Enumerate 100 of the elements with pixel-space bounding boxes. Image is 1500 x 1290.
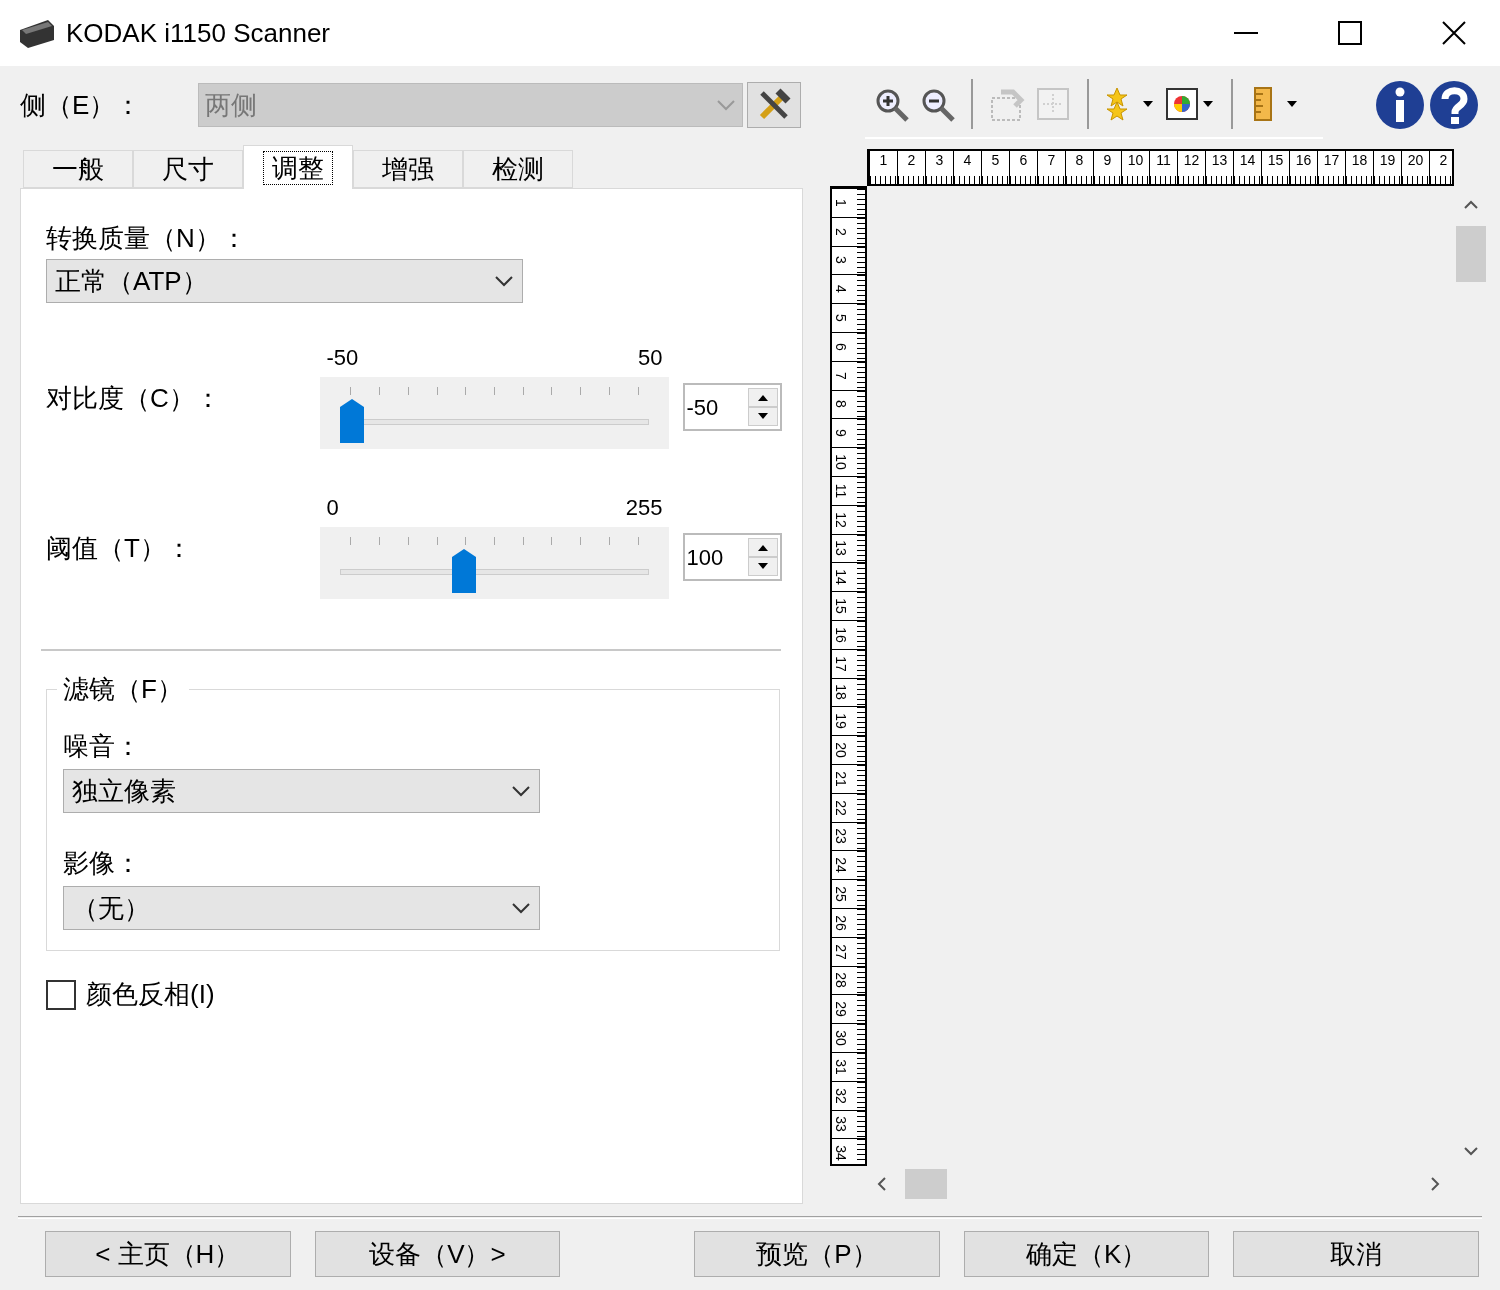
ruler-number: 6 (834, 341, 848, 353)
ruler-number: 19 (1379, 151, 1396, 169)
ruler-number: 30 (834, 1029, 848, 1047)
spin-box[interactable]: 100 (682, 533, 782, 581)
window-title: KODAK i1150 Scanner (66, 16, 330, 50)
side-label: 侧（E）： (20, 88, 143, 122)
ruler-number: 31 (834, 1058, 848, 1076)
ruler-number: 12 (1183, 151, 1200, 169)
slider[interactable] (320, 527, 669, 599)
scrollbar-thumb[interactable] (1455, 226, 1486, 282)
chevron-down-icon (511, 785, 531, 797)
slider-thumb[interactable] (452, 549, 476, 593)
tab[interactable]: 检测 (463, 150, 573, 188)
ruler-number: 26 (834, 914, 848, 932)
chevron-down-icon (716, 99, 736, 111)
ruler-number: 23 (834, 827, 848, 846)
tab[interactable]: 一般 (23, 150, 133, 188)
filter-label: 影像： (63, 846, 142, 880)
slider-label: 对比度（C）： (46, 382, 222, 415)
dialog-button[interactable]: < 主页（H） (45, 1231, 291, 1277)
ruler-number: 10 (834, 453, 848, 472)
ruler-number: 33 (834, 1115, 848, 1134)
ruler-number: 29 (834, 1000, 848, 1019)
ruler-number: 28 (834, 971, 848, 990)
ruler-number: 25 (834, 885, 848, 903)
spin-box[interactable]: -50 (682, 383, 782, 431)
ruler-number: 16 (1295, 151, 1312, 169)
color-icon[interactable] (1165, 86, 1215, 122)
ruler-number: 17 (1323, 151, 1340, 169)
spin-arrows-icon[interactable] (748, 538, 778, 576)
ruler-number: 16 (834, 626, 848, 644)
scroll-left-icon[interactable] (877, 1176, 887, 1192)
slider-thumb[interactable] (340, 399, 365, 443)
maximize-icon[interactable] (1338, 21, 1362, 45)
ruler-number: 1 (834, 198, 848, 209)
ruler-number: 15 (834, 597, 848, 616)
ruler-number: 11 (1156, 151, 1171, 169)
dialog-button[interactable]: 确定（K） (963, 1231, 1210, 1277)
scrollbar-thumb[interactable] (905, 1169, 947, 1199)
quality-dropdown[interactable]: 正常（ATP） (46, 259, 523, 303)
tab[interactable]: 增强 (353, 150, 463, 188)
slider-label: 阈值（T）： (46, 532, 193, 565)
ruler-number: 8 (1075, 151, 1084, 169)
slider-min-label: -50 (326, 343, 359, 372)
invert-label: 颜色反相(I) (86, 978, 215, 1011)
ruler-number: 32 (834, 1086, 848, 1105)
slider-max-label: 50 (638, 343, 663, 372)
ruler-number: 3 (834, 255, 848, 267)
ruler-number: 22 (834, 798, 848, 817)
close-icon[interactable] (1442, 21, 1466, 45)
ruler-number: 5 (991, 151, 1000, 169)
ruler-number: 27 (834, 942, 848, 961)
slider-max-label: 255 (625, 493, 663, 522)
ruler-number: 2 (834, 226, 848, 238)
stars-icon[interactable] (1105, 86, 1155, 122)
chevron-down-icon (494, 275, 514, 287)
slider[interactable] (320, 377, 669, 449)
ruler-number: 18 (834, 683, 848, 702)
ruler-number: 21 (834, 770, 848, 788)
scroll-down-icon[interactable] (1462, 1146, 1479, 1156)
info-icon[interactable] (1375, 80, 1425, 130)
ruler-number: 7 (834, 370, 848, 382)
tab[interactable]: 调整 (243, 145, 353, 189)
ruler-number: 3 (935, 151, 944, 169)
ruler-number: 9 (834, 428, 848, 440)
chevron-down-icon (511, 902, 531, 914)
scroll-up-icon[interactable] (1462, 200, 1479, 210)
ruler-number: 4 (963, 151, 972, 169)
ruler-number: 7 (1047, 151, 1056, 169)
invert-checkbox[interactable] (46, 979, 76, 1010)
ruler-number: 17 (834, 654, 848, 673)
tab[interactable]: 尺寸 (133, 150, 243, 188)
ruler-number: 6 (1019, 151, 1028, 169)
dialog-button[interactable]: 预览（P） (694, 1231, 940, 1277)
ruler-number: 14 (834, 568, 848, 587)
help-icon[interactable] (1429, 80, 1479, 130)
ruler-number: 11 (834, 482, 848, 500)
quality-label: 转换质量（N）： (46, 222, 248, 255)
ruler-number: 2 (907, 151, 916, 169)
ruler-number: 10 (1127, 151, 1144, 169)
ruler-number: 19 (834, 712, 848, 731)
ruler-number: 18 (1351, 151, 1368, 169)
dialog-button[interactable]: 取消 (1233, 1231, 1479, 1277)
dialog-button[interactable]: 设备（V）> (314, 1231, 561, 1277)
ruler-number: 1 (879, 151, 888, 169)
spin-arrows-icon[interactable] (748, 388, 778, 426)
ruler-number: 34 (834, 1144, 848, 1163)
filter-label: 噪音： (63, 729, 142, 763)
filter-dropdown[interactable]: 独立像素 (63, 769, 540, 813)
ruler-number: 13 (1211, 151, 1228, 169)
ruler-number: 8 (834, 399, 848, 411)
settings-button[interactable] (747, 82, 801, 128)
ruler-number: 20 (1407, 151, 1424, 169)
ruler-number: 13 (834, 539, 848, 558)
filter-dropdown[interactable]: （无） (63, 886, 540, 930)
ruler-number: 5 (834, 313, 848, 324)
ruler-number: 4 (834, 284, 848, 296)
slider-min-label: 0 (326, 493, 339, 522)
ruler-number: 9 (1103, 151, 1112, 169)
scroll-right-icon[interactable] (1430, 1176, 1440, 1192)
